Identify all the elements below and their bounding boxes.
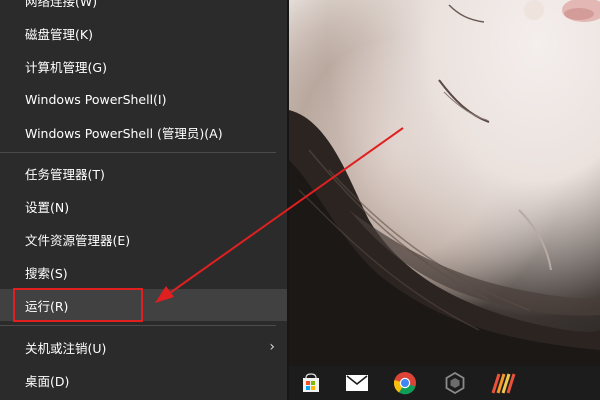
menu-item-label: 计算机管理(G) (25, 59, 107, 75)
menu-item-search[interactable]: 搜索(S) (0, 256, 287, 288)
office-app-icon-graphic (491, 373, 516, 394)
menu-item-file-explorer[interactable]: 文件资源管理器(E) (0, 223, 287, 255)
menu-item-label: 设置(N) (25, 199, 70, 215)
wallpaper-photo (289, 0, 600, 366)
menu-item-shutdown-signout[interactable]: 关机或注销(U) › (0, 331, 287, 363)
menu-item-label: Windows PowerShell (管理员)(A) (25, 125, 223, 141)
menu-separator (0, 152, 276, 153)
menu-item-label: 网络连接(W) (25, 0, 98, 9)
menu-item-task-manager[interactable]: 任务管理器(T) (0, 157, 287, 189)
mail-icon-graphic (346, 375, 368, 391)
taskbar (289, 366, 600, 400)
menu-item-label: 运行(R) (25, 298, 69, 314)
menu-item-label: Windows PowerShell(I) (25, 91, 167, 107)
winx-context-menu: 网络连接(W) 磁盘管理(K) 计算机管理(G) Windows PowerSh… (0, 0, 287, 400)
desktop-wallpaper (289, 0, 600, 366)
menu-item-label: 磁盘管理(K) (25, 26, 93, 42)
menu-item-network-connections[interactable]: 网络连接(W) (0, 0, 287, 16)
menu-item-label: 搜索(S) (25, 265, 68, 281)
menu-item-label: 关机或注销(U) (25, 340, 107, 356)
menu-item-computer-management[interactable]: 计算机管理(G) (0, 50, 287, 82)
menu-item-windows-powershell[interactable]: Windows PowerShell(I) (0, 83, 287, 115)
menu-separator (0, 325, 276, 326)
store-icon[interactable] (291, 366, 331, 400)
menu-item-label: 文件资源管理器(E) (25, 232, 131, 248)
menu-item-label: 任务管理器(T) (25, 166, 105, 182)
menu-item-settings[interactable]: 设置(N) (0, 190, 287, 222)
chrome-icon-graphic (393, 372, 416, 395)
menu-item-windows-powershell-admin[interactable]: Windows PowerShell (管理员)(A) (0, 116, 287, 148)
chrome-icon[interactable] (385, 366, 425, 400)
chevron-right-icon: › (269, 339, 275, 355)
settings-icon-graphic (445, 372, 465, 394)
settings-icon[interactable] (435, 366, 475, 400)
mail-icon[interactable] (337, 366, 377, 400)
menu-item-run[interactable]: 运行(R) (0, 289, 287, 321)
menu-item-desktop[interactable]: 桌面(D) (0, 364, 287, 396)
menu-item-label: 桌面(D) (25, 373, 70, 389)
office-app-icon[interactable] (484, 366, 524, 400)
store-icon-graphic (303, 373, 319, 392)
menu-item-disk-management[interactable]: 磁盘管理(K) (0, 17, 287, 49)
